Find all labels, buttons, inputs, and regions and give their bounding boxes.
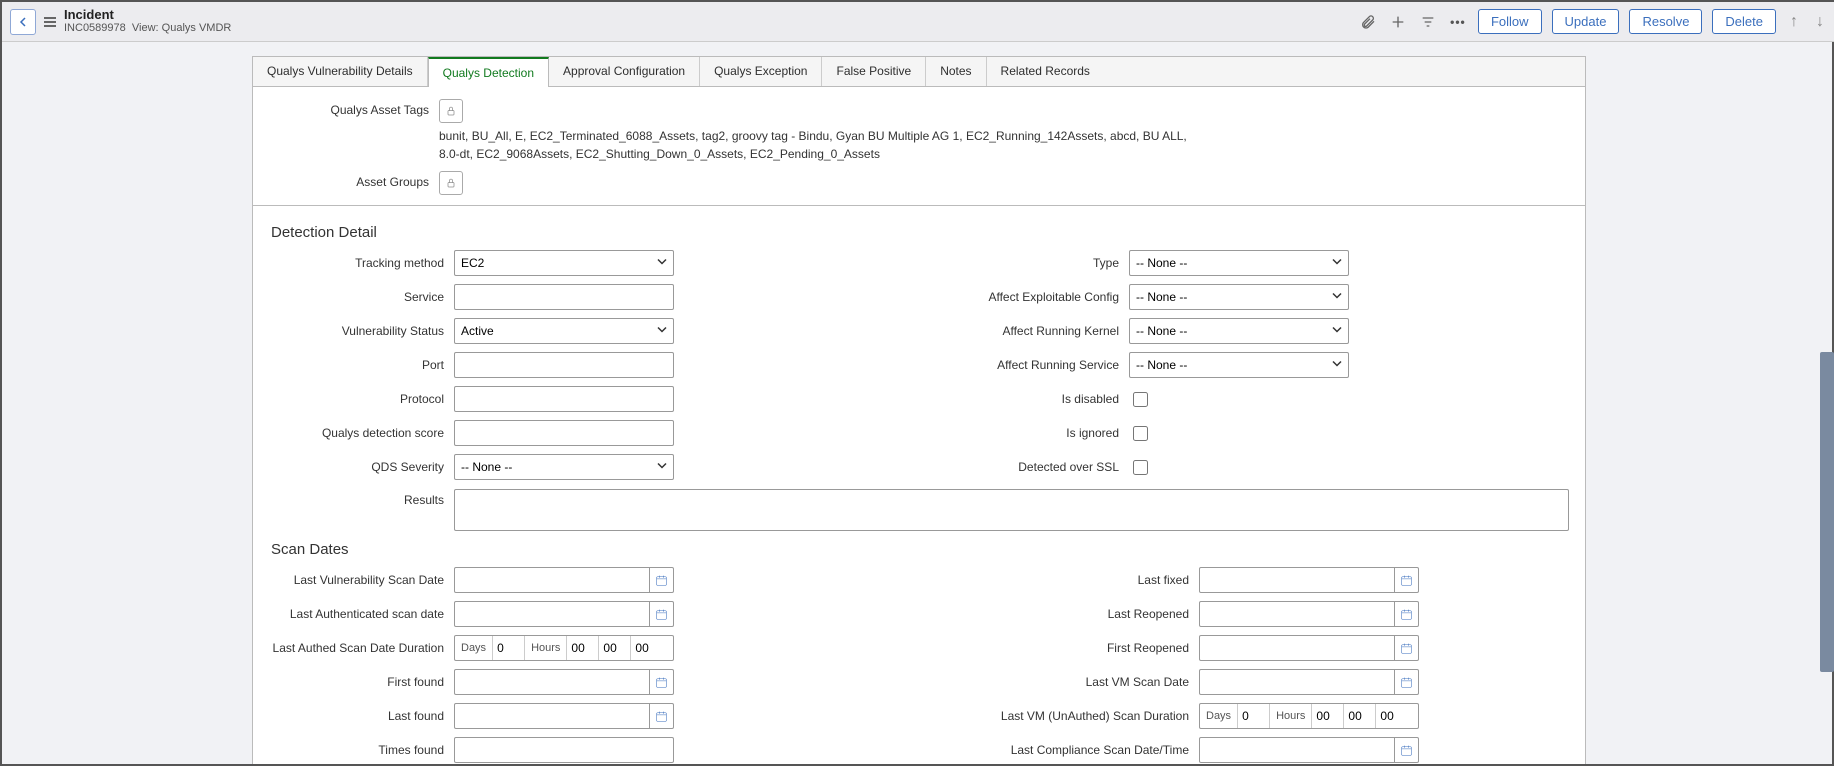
calendar-icon[interactable]	[650, 703, 674, 729]
scrollbar[interactable]	[1820, 352, 1834, 672]
qualys-asset-tags-label: Qualys Asset Tags	[269, 99, 439, 117]
next-record-icon[interactable]: ↓	[1812, 13, 1828, 31]
asset-panel: Qualys Asset Tags bunit, BU_All, E, EC2_…	[252, 86, 1586, 206]
update-button-top[interactable]: Update	[1552, 9, 1620, 34]
type-select[interactable]	[1129, 250, 1349, 276]
calendar-icon[interactable]	[1395, 601, 1419, 627]
qds-input[interactable]	[454, 420, 674, 446]
attachment-icon[interactable]	[1358, 12, 1378, 32]
tracking-method-select[interactable]	[454, 250, 674, 276]
calendar-icon[interactable]	[650, 601, 674, 627]
record-subtitle: INC0589978 View: Qualys VMDR	[64, 22, 231, 35]
last-auth-scan-date-input[interactable]	[454, 601, 650, 627]
last-compliance-scan-input[interactable]	[1199, 737, 1395, 763]
resolve-button-top[interactable]: Resolve	[1629, 9, 1702, 34]
page-header: Incident INC0589978 View: Qualys VMDR ••…	[2, 2, 1834, 42]
hamburger-icon[interactable]	[44, 17, 56, 27]
calendar-icon[interactable]	[1395, 635, 1419, 661]
follow-button[interactable]: Follow	[1478, 9, 1542, 34]
ark-select[interactable]	[1129, 318, 1349, 344]
vuln-status-select[interactable]	[454, 318, 674, 344]
lock-icon[interactable]	[439, 171, 463, 195]
is-ignored-checkbox[interactable]	[1133, 426, 1148, 441]
plus-icon[interactable]	[1388, 12, 1408, 32]
qualys-asset-tags-value: bunit, BU_All, E, EC2_Terminated_6088_As…	[439, 127, 1199, 163]
service-input[interactable]	[454, 284, 674, 310]
first-reopened-input[interactable]	[1199, 635, 1395, 661]
last-fixed-input[interactable]	[1199, 567, 1395, 593]
filter-icon[interactable]	[1418, 12, 1438, 32]
tab-qualys-detection[interactable]: Qualys Detection	[428, 57, 549, 87]
tab-notes[interactable]: Notes	[926, 57, 986, 86]
delete-button-top[interactable]: Delete	[1712, 9, 1776, 34]
calendar-icon[interactable]	[1395, 737, 1419, 763]
tab-false-positive[interactable]: False Positive	[822, 57, 926, 86]
first-found-input[interactable]	[454, 669, 650, 695]
last-vuln-scan-date-input[interactable]	[454, 567, 650, 593]
calendar-icon[interactable]	[1395, 567, 1419, 593]
ars-select[interactable]	[1129, 352, 1349, 378]
tab-qualys-vuln-details[interactable]: Qualys Vulnerability Details	[253, 57, 428, 86]
calendar-icon[interactable]	[650, 669, 674, 695]
asset-groups-label: Asset Groups	[269, 171, 439, 189]
tab-related-records[interactable]: Related Records	[987, 57, 1104, 86]
prev-record-icon[interactable]: ↑	[1786, 13, 1802, 31]
aec-select[interactable]	[1129, 284, 1349, 310]
last-reopened-input[interactable]	[1199, 601, 1395, 627]
calendar-icon[interactable]	[650, 567, 674, 593]
back-button[interactable]	[10, 9, 36, 35]
times-found-input[interactable]	[454, 737, 674, 763]
last-authed-duration[interactable]: Days Hours	[454, 635, 674, 661]
qds-severity-select[interactable]	[454, 454, 674, 480]
detected-ssl-checkbox[interactable]	[1133, 460, 1148, 475]
lock-icon[interactable]	[439, 99, 463, 123]
tab-approval-config[interactable]: Approval Configuration	[549, 57, 700, 86]
last-vm-unauthed-duration[interactable]: Days Hours	[1199, 703, 1419, 729]
more-icon[interactable]: •••	[1448, 12, 1468, 32]
tabs: Qualys Vulnerability Details Qualys Dete…	[252, 56, 1586, 86]
record-type: Incident	[64, 8, 231, 22]
results-textarea[interactable]	[454, 489, 1569, 531]
title-block: Incident INC0589978 View: Qualys VMDR	[64, 8, 231, 35]
is-disabled-checkbox[interactable]	[1133, 392, 1148, 407]
calendar-icon[interactable]	[1395, 669, 1419, 695]
detection-detail-heading: Detection Detail	[269, 214, 1569, 249]
tab-qualys-exception[interactable]: Qualys Exception	[700, 57, 822, 86]
scan-dates-heading: Scan Dates	[269, 531, 1569, 566]
last-vm-scan-date-input[interactable]	[1199, 669, 1395, 695]
port-input[interactable]	[454, 352, 674, 378]
last-found-input[interactable]	[454, 703, 650, 729]
protocol-input[interactable]	[454, 386, 674, 412]
